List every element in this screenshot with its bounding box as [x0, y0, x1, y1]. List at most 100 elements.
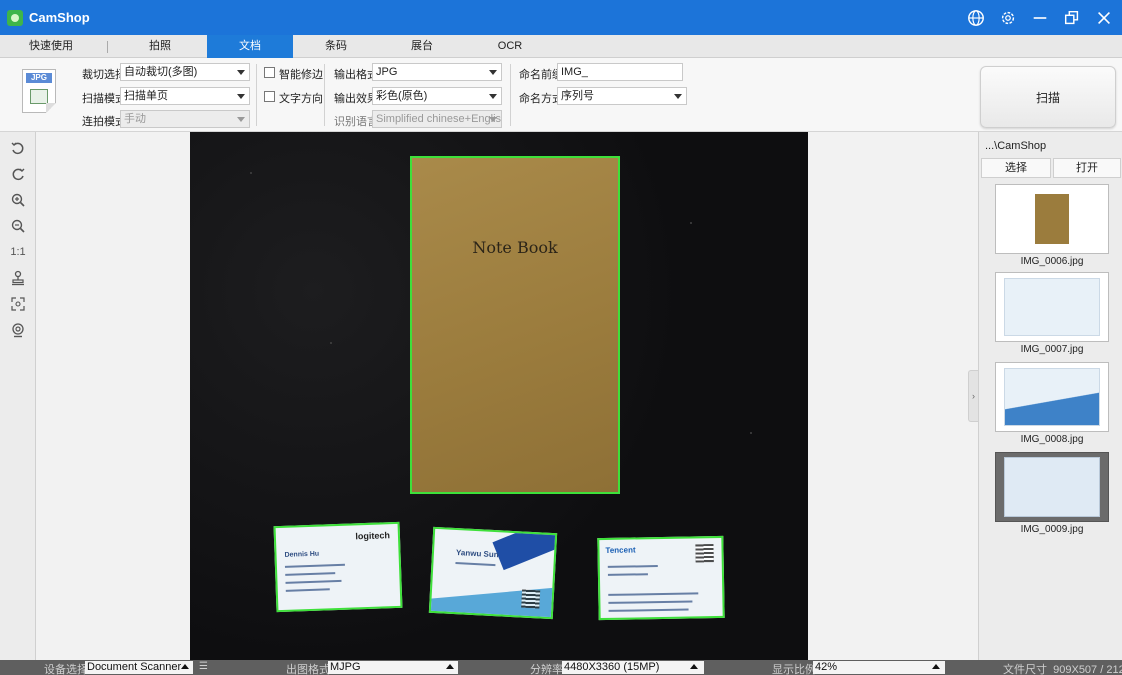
card-name: Yanwu Sun — [455, 548, 499, 560]
fit-screen-icon[interactable] — [8, 294, 28, 314]
thumbnail-name: IMG_0009.jpg — [1020, 524, 1084, 535]
chevron-down-icon — [237, 94, 245, 99]
scan-mode-dropdown[interactable]: 扫描单页 — [120, 87, 250, 105]
thumbnail-item[interactable] — [995, 362, 1109, 432]
thumbnail-image — [1004, 457, 1100, 517]
rotate-right-icon[interactable] — [8, 164, 28, 184]
status-bar: 设备选择 Document Scanner ☰ 出图格式 MJPG 分辨率 44… — [0, 660, 1122, 675]
tab-photo[interactable]: 拍照 — [130, 35, 190, 58]
webcam-icon[interactable] — [8, 320, 28, 340]
card-text-line — [285, 588, 330, 592]
business-card-tencent: Tencent — [597, 535, 725, 621]
tab-document[interactable]: 文档 — [207, 35, 293, 58]
chevron-down-icon — [674, 94, 682, 99]
device-select-value: Document Scanner — [87, 661, 182, 673]
display-ratio-dropdown[interactable]: 42% — [813, 661, 945, 674]
card-text-line — [608, 600, 693, 604]
crop-select-dropdown[interactable]: 自动裁切(多图) — [120, 63, 250, 81]
close-icon[interactable] — [1092, 6, 1116, 30]
business-card-logitech: logitech Dennis Hu — [273, 521, 403, 613]
card-text-line — [285, 572, 336, 576]
toolbar-divider — [510, 64, 511, 126]
continuous-mode-value: 手动 — [124, 113, 146, 125]
thumbnail-name: IMG_0008.jpg — [1020, 434, 1084, 445]
thumbnail-item-selected[interactable] — [995, 452, 1109, 522]
thumbnail-item[interactable] — [995, 184, 1109, 254]
scan-button[interactable]: 扫描 — [980, 66, 1116, 128]
card-text-line — [608, 592, 699, 596]
camera-preview[interactable]: Note Book logitech Dennis Hu Yanwu Sun T… — [190, 132, 808, 660]
open-folder-button[interactable]: 打开 — [1053, 158, 1121, 178]
tab-divider — [107, 41, 108, 53]
tab-ocr[interactable]: OCR — [480, 35, 540, 58]
title-bar: CamShop — [0, 0, 1122, 35]
page-fold — [46, 103, 56, 113]
output-format-dropdown[interactable]: JPG — [372, 63, 502, 81]
smart-fix-checkbox[interactable] — [264, 67, 275, 78]
window-controls — [964, 0, 1116, 35]
save-path: ...\CamShop — [985, 140, 1047, 152]
thumbnail-item[interactable] — [995, 272, 1109, 342]
tab-quick-start[interactable]: 快速使用 — [20, 35, 82, 58]
ocr-language-value: Simplified chinese+English — [376, 113, 502, 125]
file-size-value: 909X507 / 212KB — [1053, 664, 1122, 675]
app-logo-icon — [7, 9, 23, 26]
device-settings-icon[interactable]: ☰ — [199, 661, 208, 672]
resolution-dropdown[interactable]: 4480X3360 (15MP) — [562, 661, 704, 674]
settings-gear-icon[interactable] — [996, 6, 1020, 30]
crop-select-value: 自动裁切(多图) — [124, 66, 198, 78]
text-direction-label: 文字方向 — [279, 93, 323, 105]
left-tool-strip: 1:1 — [0, 132, 36, 660]
card-text-line — [285, 579, 342, 584]
card-text-line — [455, 562, 496, 567]
stamp-icon[interactable] — [8, 268, 28, 288]
collapse-panel-handle[interactable]: › — [968, 370, 978, 422]
zoom-out-icon[interactable] — [8, 216, 28, 236]
noise-speck — [330, 342, 332, 344]
minimize-icon[interactable] — [1028, 6, 1052, 30]
scan-mode-value: 扫描单页 — [124, 90, 168, 102]
zoom-in-icon[interactable] — [8, 190, 28, 210]
globe-icon[interactable] — [964, 6, 988, 30]
chevron-down-icon — [237, 70, 245, 75]
card-text-line — [607, 573, 648, 576]
ocr-language-dropdown[interactable]: Simplified chinese+English — [372, 110, 502, 128]
card-name: Dennis Hu — [284, 550, 320, 559]
resolution-value: 4480X3360 (15MP) — [564, 661, 660, 673]
name-prefix-input[interactable]: IMG_ — [557, 63, 683, 81]
jpg-tag: JPG — [26, 73, 52, 83]
rotate-left-icon[interactable] — [8, 138, 28, 158]
qr-code — [695, 544, 714, 563]
restore-icon[interactable] — [1060, 6, 1084, 30]
select-folder-button[interactable]: 选择 — [981, 158, 1051, 178]
noise-speck — [250, 172, 252, 174]
card-logo: logitech — [355, 530, 391, 542]
noise-speck — [750, 432, 752, 434]
output-effect-dropdown[interactable]: 彩色(原色) — [372, 87, 502, 105]
thumbnail-image — [1004, 368, 1100, 426]
card-text-line — [608, 608, 689, 612]
naming-mode-value: 序列号 — [561, 90, 594, 102]
toolbar-divider — [256, 64, 257, 126]
noise-speck — [690, 222, 692, 224]
picture-icon — [30, 89, 48, 104]
device-select-label: 设备选择 — [44, 664, 88, 675]
continuous-mode-dropdown[interactable]: 手动 — [120, 110, 250, 128]
output-format-status-dropdown[interactable]: MJPG — [328, 661, 458, 674]
chevron-down-icon — [489, 70, 497, 75]
output-format-status-value: MJPG — [330, 661, 361, 673]
actual-size-icon[interactable]: 1:1 — [8, 242, 28, 262]
chevron-down-icon — [237, 117, 245, 122]
device-select-dropdown[interactable]: Document Scanner — [85, 661, 193, 674]
tab-barcode[interactable]: 条码 — [306, 35, 366, 58]
chevron-down-icon — [489, 117, 497, 122]
toolbar-divider — [324, 64, 325, 126]
resolution-label: 分辨率 — [530, 664, 563, 675]
thumbnail-name: IMG_0007.jpg — [1020, 344, 1084, 355]
smart-fix-label: 智能修边 — [279, 69, 323, 81]
tab-booth[interactable]: 展台 — [392, 35, 452, 58]
app-title: CamShop — [29, 10, 90, 25]
naming-mode-dropdown[interactable]: 序列号 — [557, 87, 687, 105]
text-direction-checkbox[interactable] — [264, 91, 275, 102]
card-text-line — [607, 565, 658, 568]
